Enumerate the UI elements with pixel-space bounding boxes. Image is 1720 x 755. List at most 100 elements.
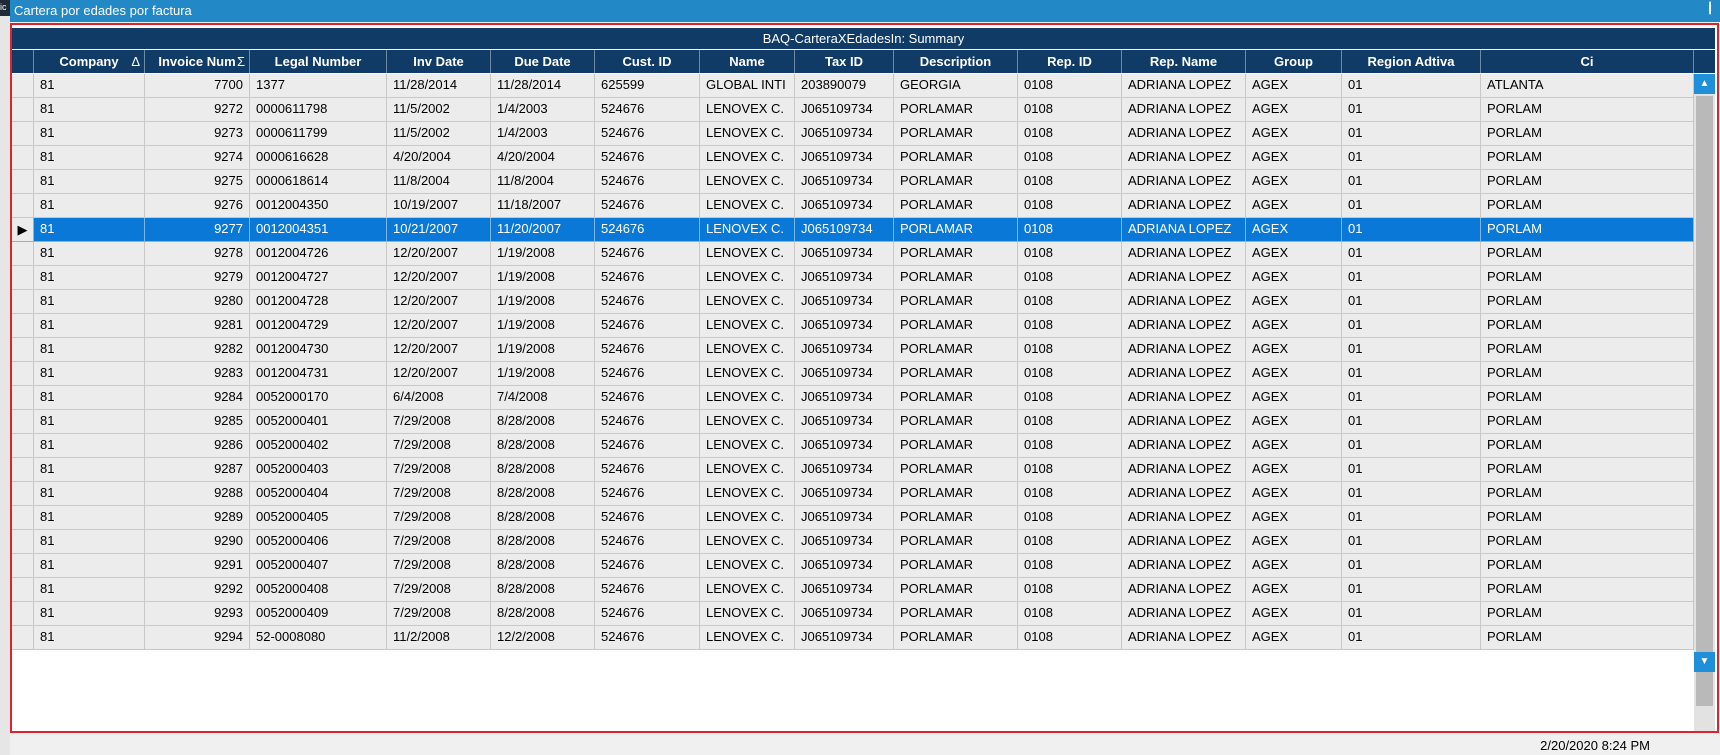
cell-company[interactable]: 81: [34, 74, 145, 98]
cell-desc[interactable]: PORLAMAR: [894, 290, 1018, 314]
cell-taxid[interactable]: J065109734: [795, 122, 894, 146]
cell-repname[interactable]: ADRIANA LOPEZ: [1122, 386, 1246, 410]
cell-desc[interactable]: PORLAMAR: [894, 362, 1018, 386]
cell-company[interactable]: 81: [34, 314, 145, 338]
cell-region[interactable]: 01: [1342, 146, 1481, 170]
cell-custid[interactable]: 524676: [595, 626, 700, 650]
cell-city[interactable]: PORLAM: [1481, 482, 1694, 506]
cell-region[interactable]: 01: [1342, 122, 1481, 146]
cell-duedate[interactable]: 8/28/2008: [491, 602, 595, 626]
table-row[interactable]: 81 9273 0000611799 11/5/2002 1/4/2003 524676 L…: [12, 122, 1694, 146]
cell-invdate[interactable]: 7/29/2008: [387, 602, 491, 626]
cell-duedate[interactable]: 11/20/2007: [491, 218, 595, 242]
table-row[interactable]: 81 9272 0000611798 11/5/2002 1/4/2003 524676 L…: [12, 98, 1694, 122]
cell-region[interactable]: 01: [1342, 434, 1481, 458]
column-header-invoice[interactable]: Invoice Num Σ: [145, 50, 250, 73]
cell-repid[interactable]: 0108: [1018, 194, 1122, 218]
cell-group[interactable]: AGEX: [1246, 146, 1342, 170]
cell-invoice[interactable]: 9290: [145, 530, 250, 554]
cell-invoice[interactable]: 9294: [145, 626, 250, 650]
cell-name[interactable]: LENOVEX C.: [700, 290, 795, 314]
cell-repname[interactable]: ADRIANA LOPEZ: [1122, 506, 1246, 530]
cell-group[interactable]: AGEX: [1246, 98, 1342, 122]
cell-invoice[interactable]: 9281: [145, 314, 250, 338]
cell-duedate[interactable]: 8/28/2008: [491, 410, 595, 434]
cell-invoice[interactable]: 9284: [145, 386, 250, 410]
cell-name[interactable]: LENOVEX C.: [700, 482, 795, 506]
cell-invoice[interactable]: 9276: [145, 194, 250, 218]
cell-repname[interactable]: ADRIANA LOPEZ: [1122, 434, 1246, 458]
cell-legal[interactable]: 0052000408: [250, 578, 387, 602]
cell-city[interactable]: PORLAM: [1481, 410, 1694, 434]
cell-name[interactable]: LENOVEX C.: [700, 602, 795, 626]
cell-name[interactable]: LENOVEX C.: [700, 98, 795, 122]
cell-invdate[interactable]: 11/2/2008: [387, 626, 491, 650]
cell-region[interactable]: 01: [1342, 74, 1481, 98]
table-row[interactable]: 81 9293 0052000409 7/29/2008 8/28/2008 524676…: [12, 602, 1694, 626]
column-header-duedate[interactable]: Due Date: [491, 50, 595, 73]
column-header-legal[interactable]: Legal Number: [250, 50, 387, 73]
cell-invdate[interactable]: 7/29/2008: [387, 410, 491, 434]
cell-repname[interactable]: ADRIANA LOPEZ: [1122, 290, 1246, 314]
cell-legal[interactable]: 0052000170: [250, 386, 387, 410]
row-selector[interactable]: [12, 482, 34, 506]
cell-repid[interactable]: 0108: [1018, 218, 1122, 242]
cell-invoice[interactable]: 9287: [145, 458, 250, 482]
vertical-scrollbar[interactable]: ▲ ▼: [1694, 74, 1715, 731]
cell-taxid[interactable]: J065109734: [795, 362, 894, 386]
cell-repid[interactable]: 0108: [1018, 338, 1122, 362]
cell-legal[interactable]: 0052000404: [250, 482, 387, 506]
cell-custid[interactable]: 625599: [595, 74, 700, 98]
cell-company[interactable]: 81: [34, 386, 145, 410]
cell-repname[interactable]: ADRIANA LOPEZ: [1122, 602, 1246, 626]
table-row[interactable]: 81 9279 0012004727 12/20/2007 1/19/2008 52467…: [12, 266, 1694, 290]
cell-repid[interactable]: 0108: [1018, 578, 1122, 602]
cell-city[interactable]: PORLAM: [1481, 266, 1694, 290]
cell-desc[interactable]: PORLAMAR: [894, 266, 1018, 290]
cell-invdate[interactable]: 6/4/2008: [387, 386, 491, 410]
cell-custid[interactable]: 524676: [595, 386, 700, 410]
cell-legal[interactable]: 0012004730: [250, 338, 387, 362]
cell-taxid[interactable]: J065109734: [795, 410, 894, 434]
cell-duedate[interactable]: 4/20/2004: [491, 146, 595, 170]
cell-group[interactable]: AGEX: [1246, 314, 1342, 338]
table-row[interactable]: 81 9282 0012004730 12/20/2007 1/19/2008 52467…: [12, 338, 1694, 362]
cell-repname[interactable]: ADRIANA LOPEZ: [1122, 242, 1246, 266]
cell-company[interactable]: 81: [34, 482, 145, 506]
row-selector[interactable]: [12, 242, 34, 266]
table-row[interactable]: 81 9278 0012004726 12/20/2007 1/19/2008 52467…: [12, 242, 1694, 266]
column-header-name[interactable]: Name: [700, 50, 795, 73]
cell-custid[interactable]: 524676: [595, 146, 700, 170]
cell-duedate[interactable]: 1/4/2003: [491, 122, 595, 146]
cell-region[interactable]: 01: [1342, 482, 1481, 506]
cell-city[interactable]: PORLAM: [1481, 458, 1694, 482]
cell-desc[interactable]: PORLAMAR: [894, 98, 1018, 122]
cell-name[interactable]: LENOVEX C.: [700, 458, 795, 482]
cell-city[interactable]: PORLAM: [1481, 554, 1694, 578]
cell-custid[interactable]: 524676: [595, 314, 700, 338]
cell-city[interactable]: PORLAM: [1481, 242, 1694, 266]
cell-repid[interactable]: 0108: [1018, 434, 1122, 458]
cell-taxid[interactable]: J065109734: [795, 242, 894, 266]
cell-company[interactable]: 81: [34, 146, 145, 170]
cell-name[interactable]: LENOVEX C.: [700, 338, 795, 362]
cell-region[interactable]: 01: [1342, 242, 1481, 266]
cell-company[interactable]: 81: [34, 578, 145, 602]
cell-city[interactable]: PORLAM: [1481, 290, 1694, 314]
cell-desc[interactable]: PORLAMAR: [894, 530, 1018, 554]
cell-group[interactable]: AGEX: [1246, 218, 1342, 242]
table-row[interactable]: 81 9294 52-0008080 11/2/2008 12/2/2008 524676…: [12, 626, 1694, 650]
cell-desc[interactable]: PORLAMAR: [894, 578, 1018, 602]
cell-custid[interactable]: 524676: [595, 506, 700, 530]
cell-legal[interactable]: 0052000406: [250, 530, 387, 554]
cell-repid[interactable]: 0108: [1018, 626, 1122, 650]
cell-city[interactable]: PORLAM: [1481, 602, 1694, 626]
scroll-down-button[interactable]: ▼: [1694, 652, 1715, 672]
cell-group[interactable]: AGEX: [1246, 626, 1342, 650]
cell-repname[interactable]: ADRIANA LOPEZ: [1122, 314, 1246, 338]
cell-group[interactable]: AGEX: [1246, 290, 1342, 314]
cell-legal[interactable]: 0052000402: [250, 434, 387, 458]
cell-group[interactable]: AGEX: [1246, 530, 1342, 554]
row-selector[interactable]: [12, 554, 34, 578]
cell-company[interactable]: 81: [34, 266, 145, 290]
